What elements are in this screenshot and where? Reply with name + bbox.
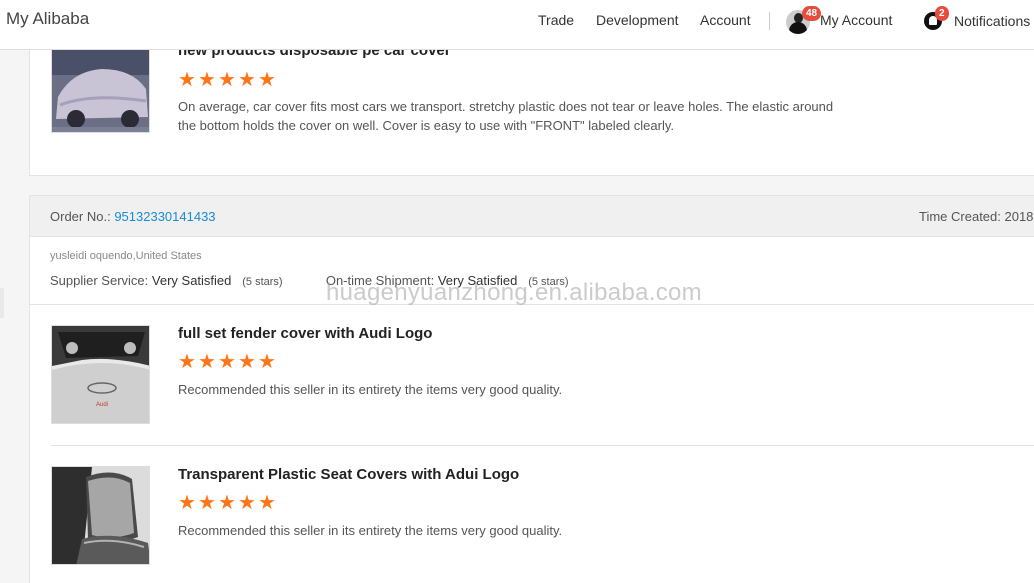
star-icon: ★ (178, 69, 196, 91)
order-number: Order No.: 95132330141433 (50, 209, 216, 224)
star-icon: ★ (238, 492, 256, 514)
product-thumbnail-seat-cover[interactable] (51, 466, 150, 565)
star-icon: ★ (198, 492, 216, 514)
my-account-badge: 48 (802, 6, 822, 21)
star-icon: ★ (258, 69, 276, 91)
left-rail (0, 50, 5, 583)
star-rating: ★ ★ ★ ★ ★ (178, 69, 276, 91)
page: new products disposable pe car cover ★ ★… (0, 0, 1034, 583)
rail-marker (0, 288, 4, 318)
nav-development[interactable]: Development (596, 12, 679, 28)
divider (51, 445, 1034, 446)
star-icon: ★ (238, 351, 256, 373)
review-comment: Recommended this seller in its entirety … (178, 523, 563, 538)
star-icon: ★ (218, 351, 236, 373)
notifications-label: Notifications (954, 13, 1031, 29)
order-number-label: Order No.: (50, 209, 111, 224)
review-comment: Recommended this seller in its entirety … (178, 382, 563, 397)
order-review-card: Order No.: 95132330141433 Time Created: … (29, 195, 1034, 583)
watermark: huagenyuanzhong.en.alibaba.com (326, 279, 702, 306)
star-rating: ★ ★ ★ ★ ★ (178, 351, 276, 373)
product-thumbnail-fender-cover[interactable]: Audi (51, 325, 150, 424)
product-title[interactable]: full set fender cover with Audi Logo (178, 325, 432, 342)
star-icon: ★ (198, 351, 216, 373)
nav-trade[interactable]: Trade (538, 12, 574, 28)
brand-title[interactable]: My Alibaba (6, 9, 89, 29)
time-created: Time Created: 2018 (919, 209, 1034, 224)
star-icon: ★ (218, 69, 236, 91)
my-account-label: My Account (820, 12, 893, 28)
star-rating: ★ ★ ★ ★ ★ (178, 492, 276, 514)
star-icon: ★ (218, 492, 236, 514)
supplier-service-value: Very Satisfied (151, 273, 232, 288)
svg-text:Audi: Audi (96, 402, 108, 408)
product-title[interactable]: Transparent Plastic Seat Covers with Adu… (178, 466, 519, 483)
buyer-info: yusleidi oquendo,United States (50, 250, 202, 262)
star-icon: ★ (178, 351, 196, 373)
notifications-badge: 2 (935, 6, 949, 21)
star-icon: ★ (198, 69, 216, 91)
supplier-service-label: Supplier Service: (50, 273, 149, 288)
star-icon: ★ (258, 492, 276, 514)
nav-account[interactable]: Account (700, 12, 751, 28)
top-navigation-bar: My Alibaba Trade Development Account 48 … (0, 0, 1034, 50)
supplier-service-stars: (5 stars) (242, 276, 283, 288)
review-comment: On average, car cover fits most cars we … (178, 99, 834, 133)
star-icon: ★ (238, 69, 256, 91)
order-number-link[interactable]: 95132330141433 (114, 209, 215, 224)
star-icon: ★ (258, 351, 276, 373)
star-icon: ★ (178, 492, 196, 514)
nav-separator (769, 12, 770, 30)
order-header: Order No.: 95132330141433 Time Created: … (30, 196, 1034, 237)
